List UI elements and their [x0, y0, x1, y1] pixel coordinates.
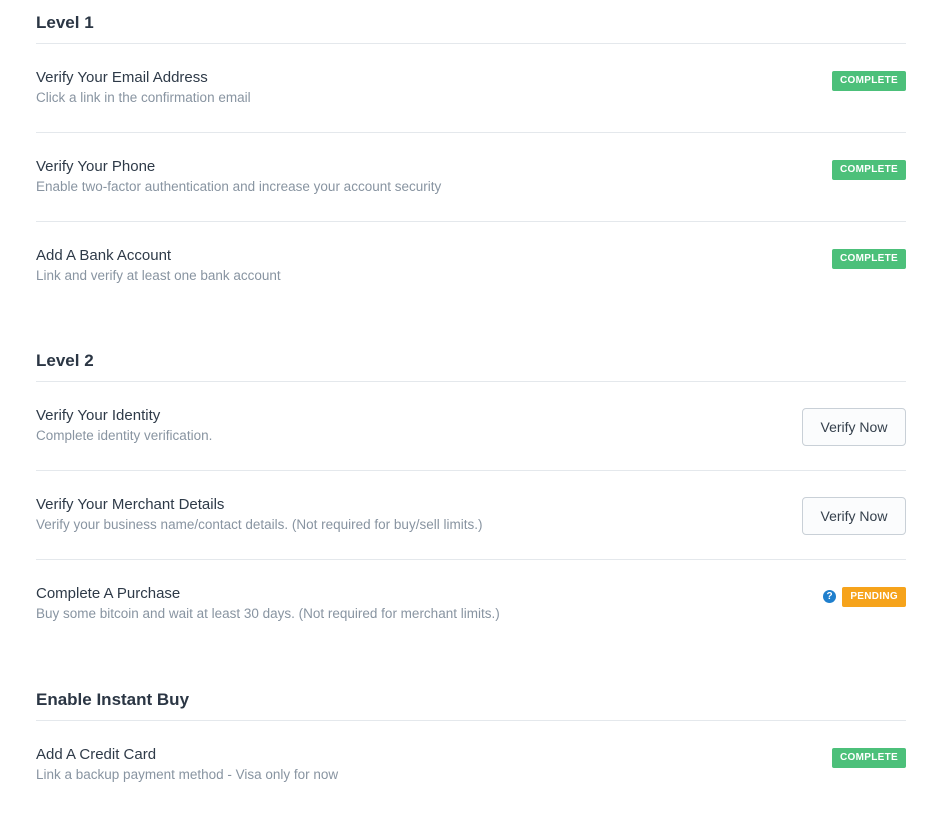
- section-header: Level 1: [36, 2, 906, 44]
- item-title: Verify Your Identity: [36, 407, 161, 424]
- item-title: Complete A Purchase: [36, 585, 181, 602]
- section-level-1: Level 1 Verify Your Email Address Click …: [36, 2, 906, 311]
- item-description: Buy some bitcoin and wait at least 30 da…: [36, 606, 500, 621]
- section-title: Level 2: [36, 350, 94, 370]
- verify-merchant-button[interactable]: Verify Now: [802, 497, 906, 535]
- verification-levels-page: Level 1 Verify Your Email Address Click …: [0, 0, 929, 813]
- status-badge: COMPLETE: [832, 249, 906, 269]
- status-badge: COMPLETE: [832, 160, 906, 180]
- section-title: Level 1: [36, 12, 94, 32]
- item-title: Verify Your Email Address: [36, 69, 208, 86]
- status-badge: COMPLETE: [832, 71, 906, 91]
- item-title: Verify Your Merchant Details: [36, 496, 225, 513]
- list-item-verify-merchant: Verify Your Merchant Details Verify your…: [36, 471, 906, 560]
- list-item-verify-email: Verify Your Email Address Click a link i…: [36, 44, 906, 133]
- item-description: Verify your business name/contact detail…: [36, 517, 483, 532]
- list-item-add-credit-card: Add A Credit Card Link a backup payment …: [36, 721, 906, 810]
- status-badge: COMPLETE: [832, 748, 906, 768]
- item-title: Add A Bank Account: [36, 247, 172, 264]
- verify-identity-button[interactable]: Verify Now: [802, 408, 906, 446]
- section-header: Level 2: [36, 340, 906, 382]
- list-item-verify-phone: Verify Your Phone Enable two-factor auth…: [36, 133, 906, 222]
- item-description: Link a backup payment method - Visa only…: [36, 767, 339, 782]
- list-item-add-bank-account: Add A Bank Account Link and verify at le…: [36, 222, 906, 311]
- item-title: Verify Your Phone: [36, 158, 156, 175]
- list-item-verify-identity: Verify Your Identity Complete identity v…: [36, 382, 906, 471]
- item-description: Enable two-factor authentication and inc…: [36, 179, 442, 194]
- section-title: Enable Instant Buy: [36, 689, 190, 709]
- section-level-2: Level 2 Verify Your Identity Complete id…: [36, 340, 906, 649]
- status-badge: PENDING: [842, 587, 906, 607]
- question-icon[interactable]: ?: [823, 590, 836, 603]
- item-description: Complete identity verification.: [36, 428, 213, 443]
- list-item-complete-purchase: Complete A Purchase Buy some bitcoin and…: [36, 560, 906, 649]
- section-enable-instant-buy: Enable Instant Buy Add A Credit Card Lin…: [36, 679, 906, 810]
- section-header: Enable Instant Buy: [36, 679, 906, 721]
- item-title: Add A Credit Card: [36, 746, 157, 763]
- item-description: Click a link in the confirmation email: [36, 90, 251, 105]
- item-description: Link and verify at least one bank accoun…: [36, 268, 281, 283]
